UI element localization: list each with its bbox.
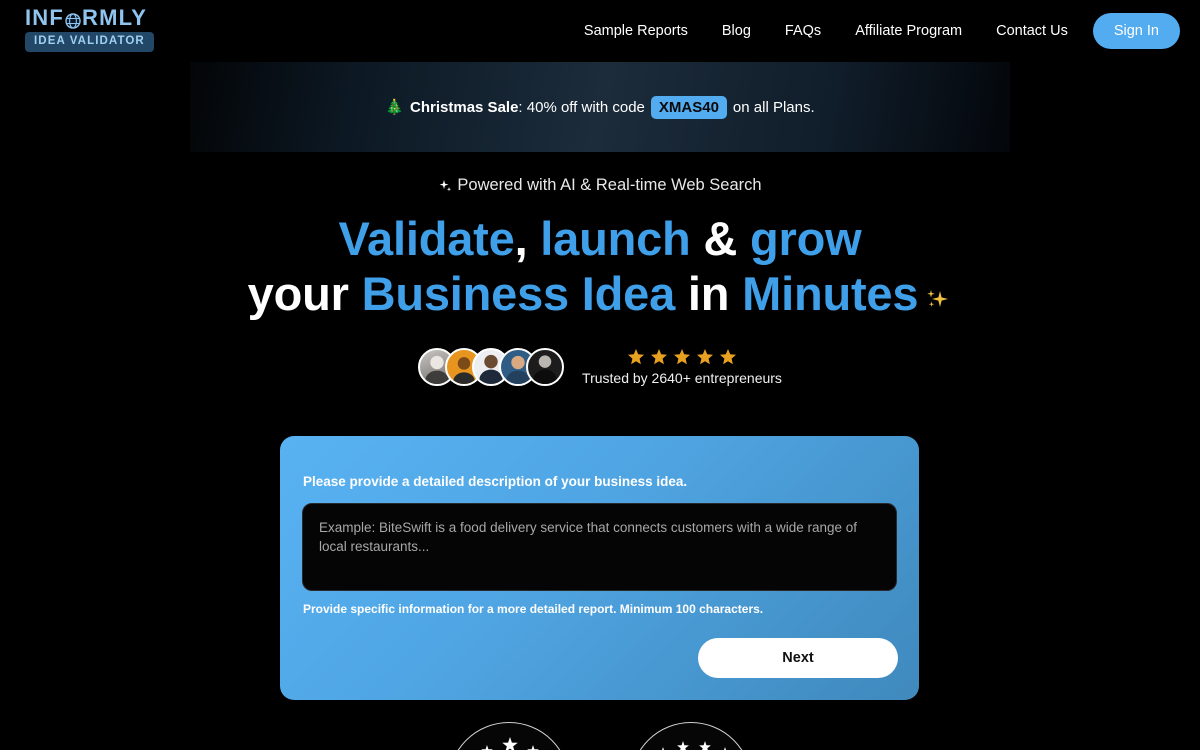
sign-in-button[interactable]: Sign In	[1092, 13, 1180, 49]
star-icon	[627, 348, 645, 366]
star-icon	[673, 348, 691, 366]
headline-word-in: in	[675, 267, 743, 321]
logo[interactable]: INF RMLY IDEA VALIDATOR	[25, 7, 154, 52]
logo-subtitle-badge: IDEA VALIDATOR	[25, 32, 154, 52]
star-icon	[650, 348, 668, 366]
promo-tail-text: on all Plans.	[732, 98, 815, 116]
idea-form-card: Please provide a detailed description of…	[280, 436, 919, 700]
headline-comma: ,	[514, 212, 528, 265]
idea-form-label: Please provide a detailed description of…	[303, 474, 688, 489]
logo-wordmark: INF RMLY	[25, 7, 147, 29]
next-button[interactable]: Next	[698, 638, 898, 678]
logo-text-part1: INF	[25, 5, 65, 30]
headline-line-2: your Business Idea in Minutes	[0, 266, 1200, 321]
hero-section: Powered with AI & Real-time Web Search V…	[0, 152, 1200, 322]
headline-word-minutes: Minutes	[742, 267, 919, 321]
headline-amp: &	[690, 212, 751, 265]
sparkles-icon	[924, 270, 952, 308]
headline-word-launch: launch	[527, 212, 691, 265]
nav-blog[interactable]: Blog	[705, 24, 768, 39]
star-icon	[696, 348, 714, 366]
headline-word-business-idea: Business Idea	[361, 267, 676, 321]
star-icon	[719, 348, 737, 366]
logo-text-part2: RMLY	[82, 5, 148, 30]
avatar	[526, 348, 565, 386]
business-idea-textarea[interactable]	[302, 503, 897, 591]
hero-tagline: Powered with AI & Real-time Web Search	[0, 176, 1200, 195]
award-badge-right	[630, 722, 752, 750]
nav-contact-us[interactable]: Contact Us	[979, 24, 1085, 39]
trusted-count-label: Trusted by 2640+ entrepreneurs	[582, 370, 782, 386]
award-badge-left	[448, 722, 570, 750]
promo-code-pill[interactable]: XMAS40	[650, 95, 727, 119]
promo-banner: 🎄 Christmas Sale : 40% off with code XMA…	[190, 62, 1010, 152]
promo-bold-text: Christmas Sale	[410, 98, 519, 116]
christmas-tree-icon: 🎄	[385, 99, 405, 116]
sparkle-icon	[438, 179, 452, 193]
globe-icon	[65, 11, 81, 29]
promo-text: : 40% off with code	[518, 98, 645, 116]
main-navigation: Sample Reports Blog FAQs Affiliate Progr…	[567, 0, 1180, 62]
site-header: INF RMLY IDEA VALIDATOR Sample Reports B…	[0, 0, 1200, 62]
headline-word-validate: Validate	[338, 212, 515, 265]
nav-sample-reports[interactable]: Sample Reports	[567, 24, 705, 39]
nav-affiliate-program[interactable]: Affiliate Program	[838, 24, 979, 39]
nav-faqs[interactable]: FAQs	[768, 24, 838, 39]
headline-word-grow: grow	[750, 212, 862, 265]
page-root: INF RMLY IDEA VALIDATOR Sample Reports B…	[0, 0, 1200, 750]
avatar-group	[418, 348, 565, 386]
star-rating	[627, 348, 737, 366]
rating-block: Trusted by 2640+ entrepreneurs	[582, 348, 782, 386]
social-proof: Trusted by 2640+ entrepreneurs	[0, 348, 1200, 386]
hero-tagline-text: Powered with AI & Real-time Web Search	[457, 176, 762, 194]
page-title: Validate, launch & grow your Business Id…	[0, 211, 1200, 322]
idea-form-hint: Provide specific information for a more …	[303, 602, 764, 616]
headline-word-your: your	[247, 267, 362, 321]
award-badges	[0, 722, 1200, 750]
headline-line-1: Validate, launch & grow	[0, 211, 1200, 266]
